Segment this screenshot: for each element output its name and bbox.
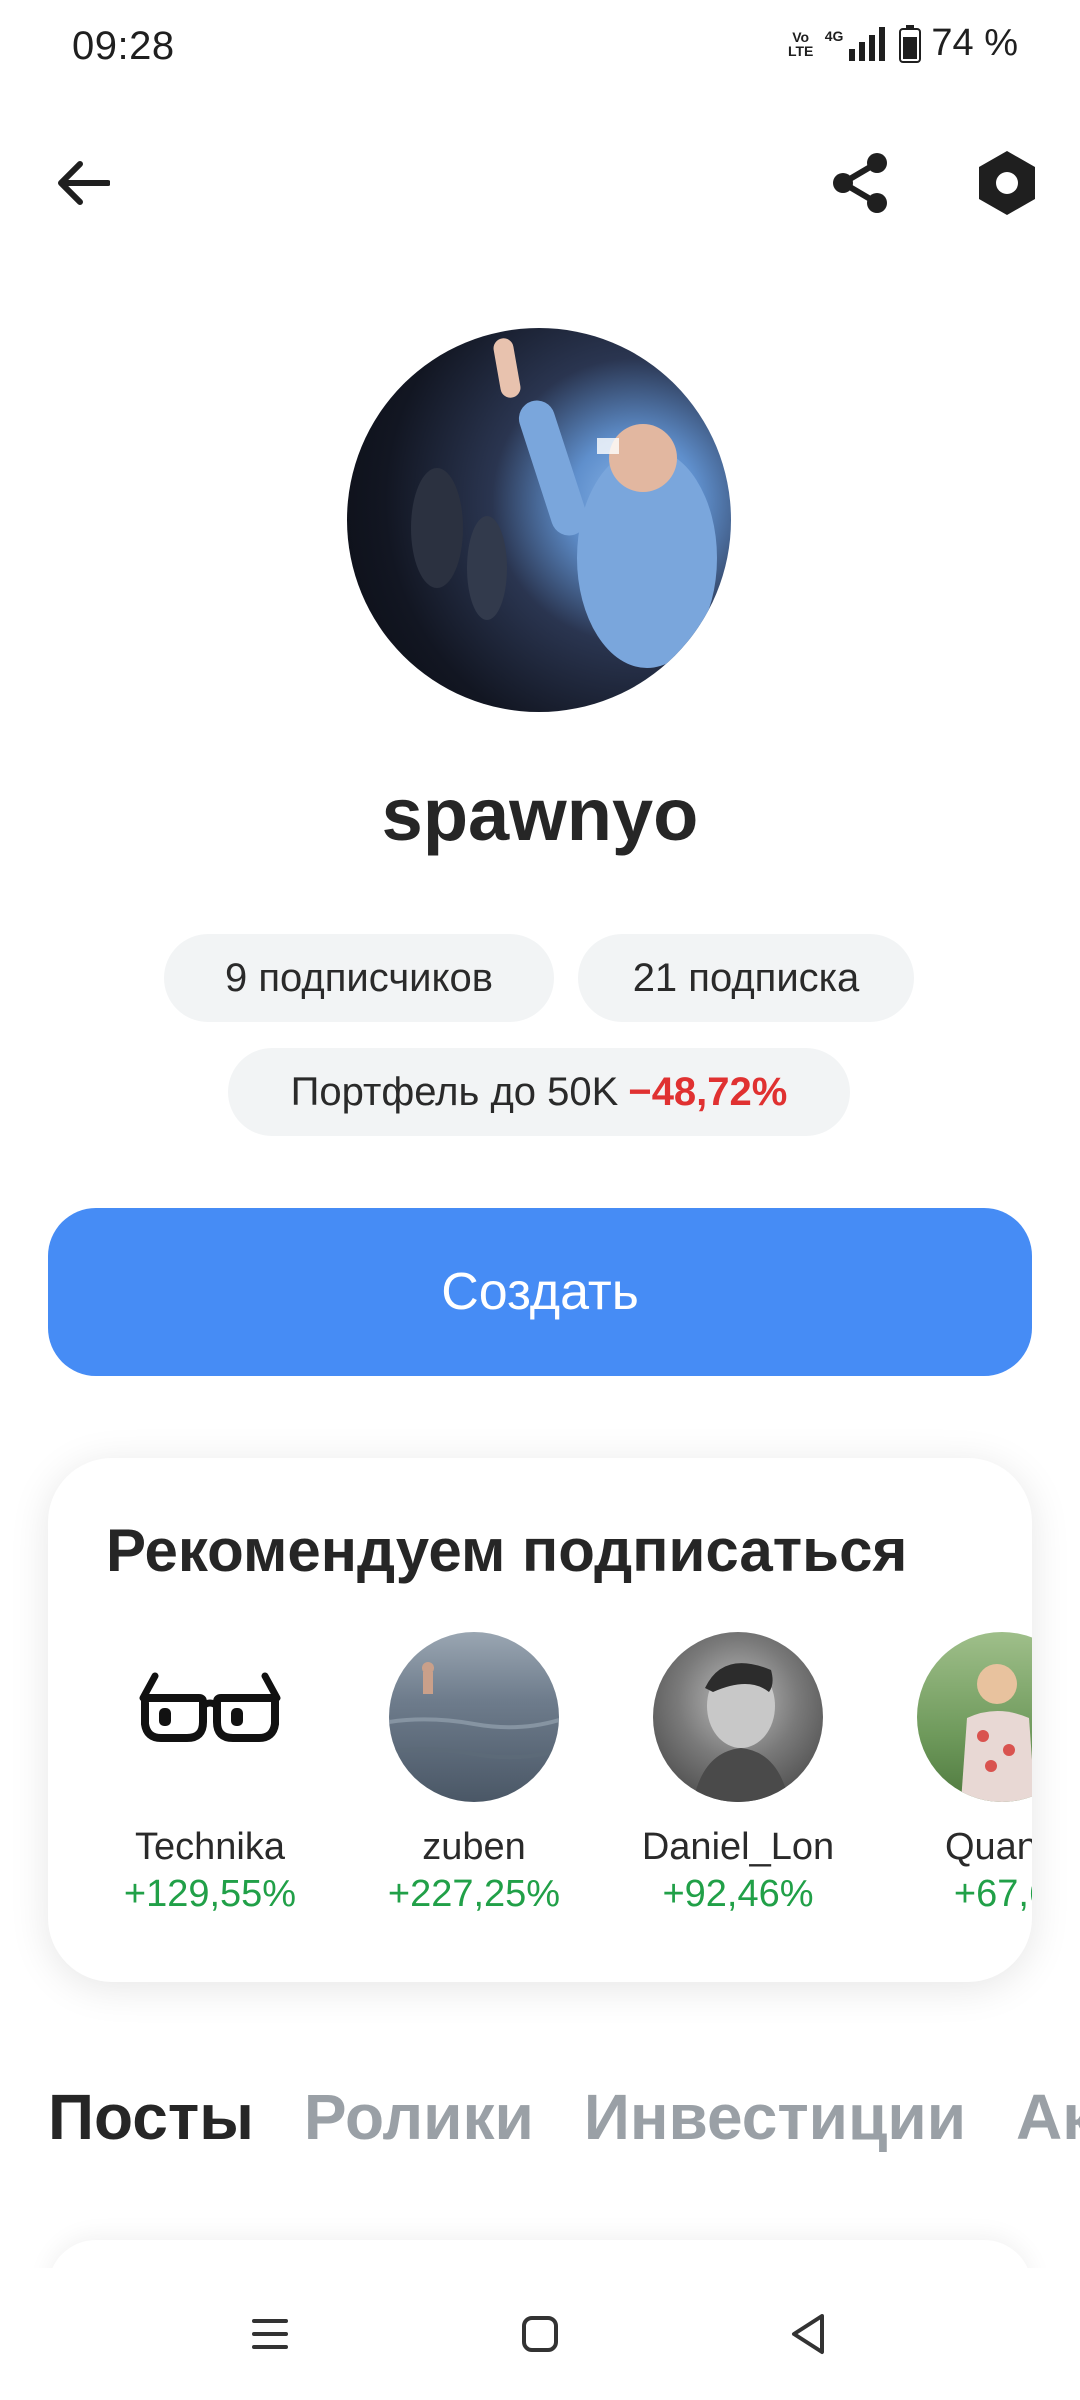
recommendation-name: Daniel_Lon [641, 1826, 835, 1868]
portfolio-label: Портфель до 50K [290, 1069, 619, 1114]
recommendations-title: Рекомендуем подписаться [106, 1517, 908, 1584]
recommendation-gain: +227,25% [387, 1873, 561, 1915]
back-button[interactable] [38, 138, 128, 228]
menu-icon [252, 2319, 288, 2349]
recommendation-item-daniel[interactable]: Daniel_Lon +92,46% [608, 1632, 868, 1916]
nav-back-button[interactable] [748, 2268, 868, 2400]
recommendation-avatar-photo [389, 1662, 559, 1760]
tab-clips[interactable]: Ролики [304, 2080, 534, 2154]
home-square-icon [522, 2316, 558, 2352]
following-chip[interactable]: 21 подписка [578, 934, 914, 1022]
recommendation-name: zuben [422, 1826, 526, 1868]
share-icon [833, 153, 887, 213]
tab-investments[interactable]: Инвестиции [584, 2080, 966, 2154]
recommendation-avatar-photo [693, 1663, 789, 1802]
share-button[interactable] [816, 138, 906, 228]
recommendation-name: Technika [135, 1826, 285, 1868]
recommendation-item-zuben[interactable]: zuben +227,25% [344, 1632, 604, 1916]
following-count: 21 подписка [632, 955, 860, 1000]
status-time: 09:28 [72, 24, 175, 68]
volte-indicator: Vo LTE [787, 28, 814, 59]
recommendation-avatar [917, 1632, 1032, 1802]
tab-activity[interactable]: Акт [1016, 2080, 1080, 2154]
portfolio-chip[interactable]: Портфель до 50K −48,72% [228, 1048, 850, 1136]
network-type: 4G [824, 27, 844, 44]
recommendation-item-technika[interactable]: Technika +129,55% [80, 1632, 340, 1916]
battery-percent: 74 % [931, 22, 1018, 64]
recommendations-card: Рекомендуем подписаться Technika +129,55… [48, 1458, 1032, 1982]
profile-avatar-photo [411, 338, 717, 668]
nav-recents-button[interactable] [210, 2268, 330, 2400]
battery-icon [899, 24, 922, 63]
recommendation-gain: +67,6 [953, 1873, 1032, 1915]
profile-avatar[interactable] [347, 328, 731, 712]
nav-home-button[interactable] [480, 2268, 600, 2400]
portfolio-change: −48,72% [628, 1069, 788, 1114]
recommendation-gain: +92,46% [662, 1873, 814, 1915]
system-nav-bar [0, 2268, 1080, 2400]
followers-chip[interactable]: 9 подписчиков [164, 934, 554, 1022]
signal-icon [849, 26, 886, 61]
create-button[interactable]: Создать [48, 1208, 1032, 1376]
followers-count: 9 подписчиков [225, 955, 493, 1000]
recommendation-avatar [125, 1632, 295, 1802]
glasses-icon [139, 1672, 281, 1742]
settings-hexagon-icon [979, 151, 1035, 215]
recommendation-avatar-photo [961, 1664, 1032, 1802]
back-arrow-icon [58, 161, 110, 205]
settings-button[interactable] [962, 138, 1052, 228]
status-icons: Vo LTE 4G 74 % [787, 22, 1018, 65]
profile-tabs: Посты Ролики Инвестиции Акт [48, 2080, 1080, 2154]
recommendation-name: Quang [944, 1826, 1032, 1868]
recommendation-gain: +129,55% [123, 1873, 297, 1915]
back-triangle-icon [792, 2314, 824, 2354]
tab-posts[interactable]: Посты [48, 2080, 254, 2154]
recommendation-item-quang[interactable]: Quang +67,6 [872, 1632, 1032, 1916]
recommendation-avatar [653, 1632, 823, 1802]
recommendation-avatar [389, 1632, 559, 1802]
profile-username: spawnyo [381, 773, 699, 856]
